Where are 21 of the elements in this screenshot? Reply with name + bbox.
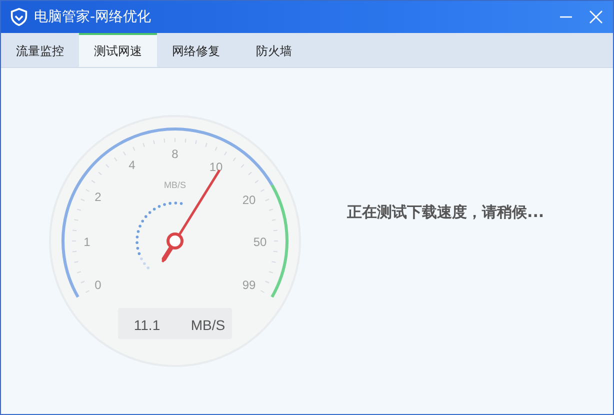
dotted-arc-drawing bbox=[136, 202, 183, 270]
scale-label: 1 bbox=[84, 235, 90, 249]
scale-label: 8 bbox=[172, 147, 178, 161]
scale-label: 50 bbox=[253, 235, 267, 249]
scale-label: 10 bbox=[209, 160, 223, 174]
window-title: 电脑管家-网络优化 bbox=[34, 8, 152, 26]
tab[interactable]: 测试网速 bbox=[79, 33, 157, 67]
speed-unit: MB/S bbox=[190, 317, 226, 333]
scale-label: 0 bbox=[94, 278, 102, 292]
scale-label: 20 bbox=[242, 193, 256, 207]
tab[interactable]: 流量监控 bbox=[1, 33, 79, 67]
speed-value: 11.1 bbox=[134, 317, 160, 333]
scale-label: 4 bbox=[128, 158, 136, 172]
status-text: 正在测试下载速度，请稍候... bbox=[347, 203, 544, 222]
shield-icon bbox=[10, 8, 28, 26]
close-icon[interactable] bbox=[589, 10, 603, 24]
scale-label: 2 bbox=[94, 190, 102, 204]
tab[interactable]: 防火墙 bbox=[235, 33, 313, 67]
scale-label: 99 bbox=[242, 278, 256, 292]
unit-label: MB/S bbox=[164, 180, 186, 190]
tab[interactable]: 网络修复 bbox=[157, 33, 235, 67]
